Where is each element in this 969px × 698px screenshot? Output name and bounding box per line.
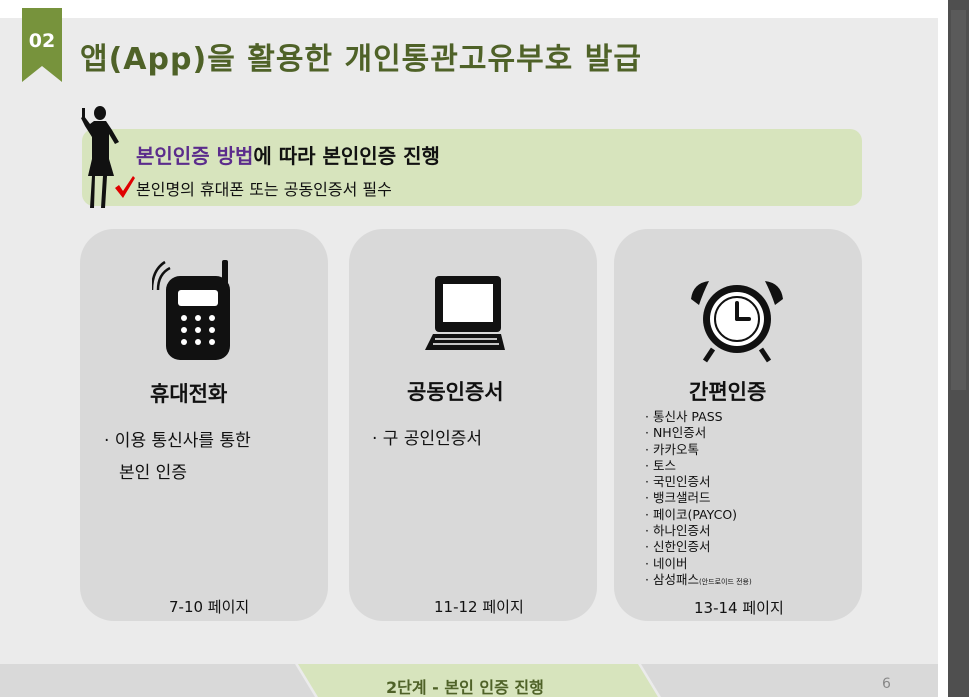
card-pages-certificate: 11-12 페이지 <box>434 598 524 616</box>
list-item: · 토스 <box>645 457 676 473</box>
scrollbar-thumb[interactable] <box>951 10 966 390</box>
card-title-certificate: 공동인증서 <box>407 380 504 404</box>
current-step-label: 2단계 - 본인 인증 진행 <box>386 678 544 697</box>
list-item: · 카카오톡 <box>645 441 699 457</box>
list-item: · 하나인증서 <box>645 523 711 539</box>
mobile-phone-icon <box>152 260 230 360</box>
card-title-easy-auth: 간편인증 <box>689 380 767 404</box>
list-item: · 삼성패스(안드로이드 전용) <box>645 572 752 590</box>
card-desc-mobile-1: · 이용 통신사를 통한 <box>104 431 251 451</box>
alarm-clock-icon <box>691 281 783 363</box>
page-number: 6 <box>882 676 891 692</box>
banner-requirement: 본인명의 휴대폰 또는 공동인증서 필수 <box>136 180 392 199</box>
slide-title: 앱(App)을 활용한 개인통관고유부호 발급 <box>80 42 642 77</box>
card-desc-certificate: · 구 공인인증서 <box>372 429 483 449</box>
card-title-mobile: 휴대전화 <box>150 382 228 406</box>
list-item: · 통신사 PASS <box>645 409 723 424</box>
easy-auth-list: · 통신사 PASS · NH인증서 · 카카오톡 · 토스 · 국민인증서 ·… <box>645 409 752 590</box>
section-number: 02 <box>28 30 56 52</box>
banner-headline: 본인인증 방법에 따라 본인인증 진행 <box>136 140 440 169</box>
list-item: · 국민인증서 <box>645 474 711 490</box>
card-pages-easy-auth: 13-14 페이지 <box>694 599 784 617</box>
computer-icon <box>425 276 505 350</box>
card-pages-mobile: 7-10 페이지 <box>169 598 250 616</box>
list-item-note: (안드로이드 전용) <box>698 577 752 586</box>
list-item: · 뱅크샐러드 <box>645 490 711 506</box>
list-item-label: · 삼성패스 <box>645 571 699 587</box>
list-item: · NH인증서 <box>645 425 707 441</box>
list-item: · 페이코(PAYCO) <box>645 506 738 522</box>
checkmark-icon <box>115 176 135 198</box>
list-item: · 네이버 <box>645 555 688 571</box>
viewer-border <box>938 0 948 697</box>
list-item: · 신한인증서 <box>645 539 711 555</box>
banner-headline-rest: 에 따라 본인인증 진행 <box>253 144 440 168</box>
banner-highlight: 본인인증 방법 <box>136 144 254 168</box>
card-desc-mobile-2: 본인 인증 <box>119 463 187 483</box>
